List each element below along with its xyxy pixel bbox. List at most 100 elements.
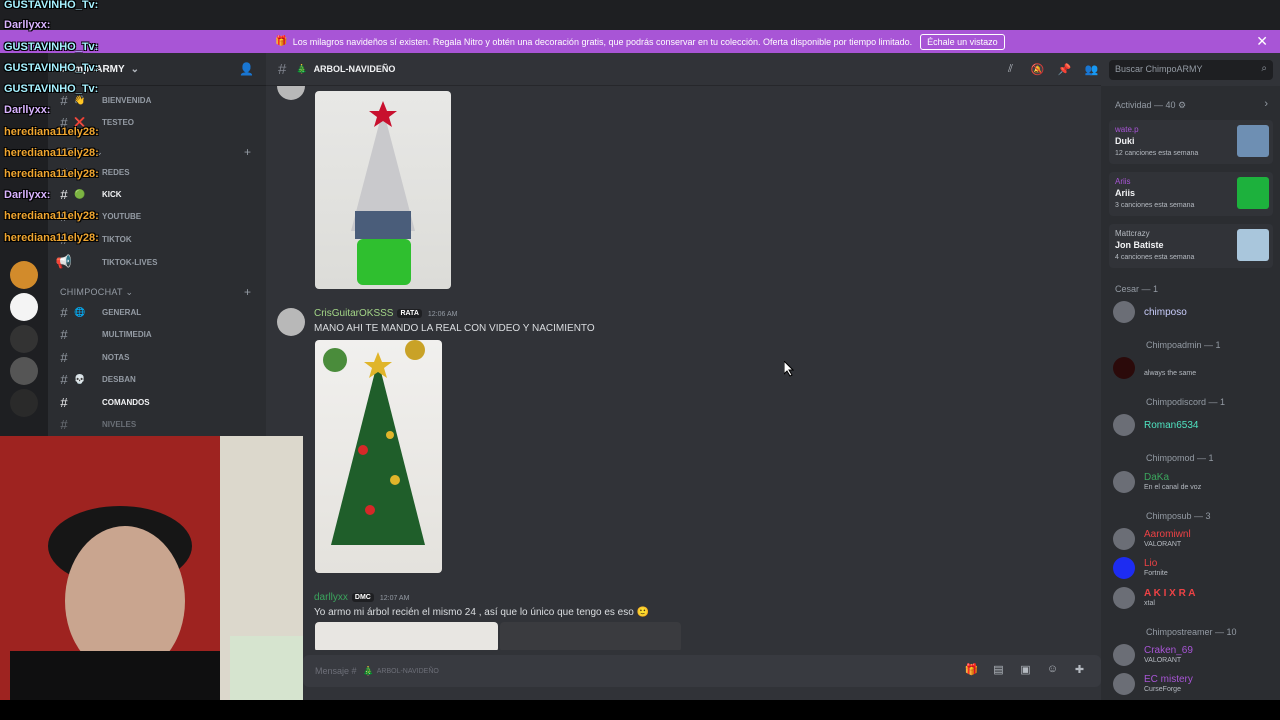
role-header: Chimpodiscord — 1	[1146, 397, 1226, 407]
overlay-username: herediana11ely28:	[4, 232, 99, 244]
overlay-username: herediana11ely28:	[4, 126, 99, 138]
mute-bell-icon[interactable]: 🔕	[1024, 63, 1051, 76]
member-name: Aaromiwnl	[1144, 529, 1191, 540]
overlay-username: Darllyxx:	[4, 104, 51, 116]
server-icon[interactable]	[10, 293, 38, 321]
channel-tiktok-lives[interactable]: 📢 TIKTOK-LIVES	[54, 252, 260, 272]
member-item[interactable]: EC mistery CurseForge	[1113, 672, 1273, 698]
hash-icon: #	[60, 326, 68, 342]
role-badge: RATA	[397, 308, 422, 318]
search-icon: ⌕	[1261, 63, 1267, 74]
composer-channel: ARBOL-NAVIDEÑO	[376, 667, 439, 675]
member-name: Roman6534	[1144, 420, 1199, 431]
member-status: En el canal de voz	[1144, 484, 1202, 491]
tree-emoji: 🎄	[362, 665, 374, 676]
channel-general[interactable]: # 🌐 GENERAL	[54, 302, 260, 322]
channel-label: MULTIMEDIA	[102, 329, 152, 339]
gif-icon[interactable]: ▤	[985, 663, 1012, 676]
gift-icon[interactable]: 🎁	[958, 663, 985, 676]
pin-icon[interactable]: 📌	[1051, 63, 1078, 76]
member-item[interactable]: chimposo	[1113, 300, 1273, 326]
add-channel-icon[interactable]: +	[244, 145, 251, 159]
activity-sub: 3 canciones esta semana	[1115, 202, 1195, 209]
role-header: Cesar — 1	[1115, 284, 1159, 294]
header-toolbar: ⫽ 🔕 📌 👥	[997, 53, 1107, 86]
attachment-image-christmas-tree[interactable]	[315, 340, 442, 573]
member-name: A K I X R A	[1144, 588, 1196, 599]
member-status: VALORANT	[1144, 541, 1182, 548]
member-status: xtal	[1144, 600, 1155, 607]
server-icon[interactable]	[10, 325, 38, 353]
server-icon[interactable]	[10, 261, 38, 289]
member-list: Actividad — 40 ⚙ › wate.p Duki 12 cancio…	[1101, 86, 1280, 700]
member-item[interactable]: Aaromiwnl VALORANT	[1113, 527, 1273, 553]
category-label: CHIMPOCHAT	[60, 287, 123, 297]
message-text: Yo armo mi árbol recién el mismo 24 , as…	[314, 607, 650, 618]
chevron-right-icon[interactable]: ›	[1264, 98, 1268, 110]
channel-niveles[interactable]: # NIVELES	[54, 414, 260, 434]
channel-multimedia[interactable]: # MULTIMEDIA	[54, 324, 260, 344]
avatar[interactable]	[277, 86, 305, 100]
hash-icon: #	[60, 304, 68, 320]
avatar	[1113, 414, 1135, 436]
message-list: CrisGuitarOKSSS RATA 12:06 AM MANO AHI TE …	[266, 86, 1101, 650]
member-item[interactable]: DaKa En el canal de voz	[1113, 470, 1273, 496]
add-member-icon[interactable]: 👤	[239, 62, 254, 76]
channel-desban[interactable]: # 💀 DESBAN	[54, 369, 260, 389]
channel-label: TIKTOK-LIVES	[102, 257, 158, 267]
banner-text: Los milagros navideños sí existen. Regal…	[292, 36, 913, 47]
threads-icon[interactable]: ⫽	[997, 63, 1024, 76]
avatar[interactable]	[277, 308, 305, 336]
member-item[interactable]: Craken_69 VALORANT	[1113, 643, 1273, 669]
activity-card[interactable]: Ariis Ariis 3 canciones esta semana	[1109, 172, 1273, 216]
members-icon[interactable]: 👥	[1078, 63, 1105, 76]
message-input[interactable]: Mensaje # 🎄 ARBOL-NAVIDEÑO 🎁 ▤ ▣ ☺ ✚	[303, 655, 1101, 687]
attachment-image[interactable]	[500, 622, 681, 650]
channel-comandos[interactable]: # COMANDOS	[54, 392, 260, 412]
hash-icon: #	[60, 349, 68, 365]
gift-icon: 🎁	[275, 36, 288, 47]
member-item[interactable]: A K I X R A xtal	[1113, 586, 1273, 612]
channel-emoji: 🌐	[74, 306, 86, 317]
composer-toolbar: 🎁 ▤ ▣ ☺ ✚	[958, 663, 1093, 676]
activity-card[interactable]: Mattcrazy Jon Batiste 4 canciones esta s…	[1109, 224, 1273, 268]
member-item[interactable]: Roman6534	[1113, 413, 1273, 439]
message-text: MANO AHI TE MANDO LA REAL CON VIDEO Y NA…	[314, 323, 595, 334]
hash-icon: #	[278, 60, 287, 78]
channel-notas[interactable]: # NOTAS	[54, 347, 260, 367]
member-item[interactable]: always the same	[1113, 356, 1273, 382]
overlay-username: Darllyxx:	[4, 19, 51, 31]
avatar	[1113, 673, 1135, 695]
sticker-icon[interactable]: ▣	[1012, 663, 1039, 676]
hash-icon: #	[60, 371, 68, 387]
member-item[interactable]: Lio Fortnite	[1113, 556, 1273, 582]
channel-label: DESBAN	[102, 374, 136, 384]
server-icon[interactable]	[10, 357, 38, 385]
timestamp: 12:07 AM	[379, 595, 410, 602]
emoji-icon[interactable]: ☺	[1039, 663, 1066, 676]
member-name: DaKa	[1144, 472, 1170, 483]
avatar	[1113, 301, 1135, 323]
search-input[interactable]: Buscar ChimpoARMY ⌕	[1109, 60, 1273, 80]
activity-card[interactable]: wate.p Duki 12 canciones esta semana	[1109, 120, 1273, 164]
member-name: chimposo	[1144, 307, 1187, 318]
banner-cta-button[interactable]: Échale un vistazo	[920, 33, 1005, 50]
christmas-tree-picture	[323, 340, 425, 545]
close-icon[interactable]: ✕	[1256, 33, 1268, 50]
server-icon[interactable]	[10, 389, 38, 417]
category-chimpochat[interactable]: CHIMPOCHAT ⌄ +	[60, 285, 251, 299]
author-name[interactable]: CrisGuitarOKSSS	[314, 308, 393, 319]
overlay-username: Darllyxx:	[4, 189, 51, 201]
attachment-image-tree-laundry[interactable]	[315, 91, 451, 289]
member-status: VALORANT	[1144, 657, 1182, 664]
attachment-image[interactable]	[315, 622, 498, 650]
author-name[interactable]: darllyxx	[314, 592, 348, 603]
activity-user: Mattcrazy	[1115, 229, 1150, 238]
apps-icon[interactable]: ✚	[1066, 663, 1093, 676]
add-channel-icon[interactable]: +	[244, 285, 251, 299]
member-name: Lio	[1144, 558, 1158, 569]
discord-window: 🎁 Los milagros navideños sí existen. Reg…	[0, 0, 1280, 720]
activity-title: Actividad — 40 ⚙	[1115, 100, 1187, 110]
member-status: always the same	[1144, 370, 1197, 377]
role-badge: DMC	[351, 592, 374, 602]
